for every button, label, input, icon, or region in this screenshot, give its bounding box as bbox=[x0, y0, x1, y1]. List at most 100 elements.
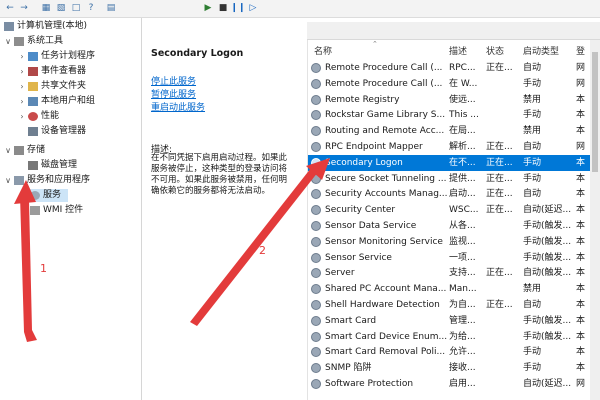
tree-item-performance[interactable]: 性能 bbox=[28, 110, 59, 123]
tree-item-disk-management[interactable]: 磁盘管理 bbox=[28, 159, 77, 172]
service-startup-cell: 自动 bbox=[523, 189, 542, 200]
gear-icon bbox=[311, 268, 321, 279]
service-row[interactable]: Smart Card 管理... 手动(触发... 本 bbox=[308, 313, 600, 329]
service-desc-cell: 为给... bbox=[449, 331, 476, 342]
service-startup-cell: 手动(触发... bbox=[523, 221, 572, 231]
column-header-description[interactable]: 描述 bbox=[449, 44, 467, 57]
column-header-name[interactable]: 名称 bbox=[314, 44, 332, 57]
tree-item-services-apps[interactable]: 服务和应用程序 bbox=[14, 174, 90, 187]
collapse-arrow-icon[interactable]: ∨ bbox=[4, 174, 12, 187]
column-header-logon[interactable]: 登 bbox=[576, 44, 585, 57]
service-row[interactable]: Security Accounts Manag... 启动... 正在... 自动本 bbox=[308, 186, 600, 202]
service-row[interactable]: Software Protection 启用... 自动(延迟... 网 bbox=[308, 376, 600, 392]
gear-icon bbox=[311, 284, 321, 295]
expand-arrow-icon[interactable]: › bbox=[18, 80, 26, 93]
view-icon[interactable]: ▤ bbox=[105, 2, 117, 14]
service-row[interactable]: Secondary Logon 在不... 正在... 手动本 bbox=[308, 154, 600, 171]
service-status-cell: 正在... bbox=[486, 157, 513, 168]
service-row[interactable]: Rockstar Game Library S... This ... 手动本 bbox=[308, 107, 600, 123]
tree-item-task-scheduler[interactable]: 任务计划程序 bbox=[28, 50, 95, 63]
service-status-cell: 正在... bbox=[486, 173, 513, 184]
service-startup-cell: 自动(触发... bbox=[523, 268, 572, 279]
restart-icon[interactable]: ▷ bbox=[247, 2, 259, 14]
tree-item-device-manager[interactable]: 设备管理器 bbox=[28, 125, 86, 138]
service-row[interactable]: Remote Registry 使远... 禁用本 bbox=[308, 92, 600, 108]
tree-item-local-users[interactable]: 本地用户和组 bbox=[28, 95, 95, 108]
stop-icon[interactable]: ■ bbox=[217, 2, 229, 14]
service-desc-cell: RPC... bbox=[449, 63, 476, 73]
service-row[interactable]: SNMP 陷阱 接收... 手动本 bbox=[308, 360, 600, 376]
service-row[interactable]: Routing and Remote Acc... 在局... 禁用本 bbox=[308, 123, 600, 139]
storage-icon bbox=[14, 146, 24, 155]
service-desc-cell: 从各... bbox=[449, 221, 476, 231]
properties-icon[interactable]: □ bbox=[70, 2, 82, 14]
service-status-cell: 正在... bbox=[486, 142, 513, 152]
service-row[interactable]: Shell Hardware Detection 为自... 正在... 自动本 bbox=[308, 297, 600, 313]
service-row[interactable]: Sensor Service 一项... 手动(触发... 本 bbox=[308, 250, 600, 266]
service-name-cell: Routing and Remote Acc... bbox=[325, 126, 445, 137]
collapse-arrow-icon[interactable]: ∨ bbox=[4, 144, 12, 157]
service-row[interactable]: Remote Procedure Call (... 在 W... 手动网 bbox=[308, 76, 600, 92]
column-header-status[interactable]: 状态 bbox=[486, 44, 504, 57]
service-desc-cell: 监视... bbox=[449, 236, 476, 247]
collapse-arrow-icon[interactable]: ∨ bbox=[4, 35, 12, 48]
forward-icon[interactable]: → bbox=[18, 2, 30, 14]
performance-icon bbox=[28, 112, 38, 121]
tree-item-shared-folders[interactable]: 共享文件夹 bbox=[28, 80, 86, 93]
back-icon[interactable]: ← bbox=[4, 2, 16, 14]
service-desc-cell: This ... bbox=[449, 110, 479, 121]
stop-service-link[interactable]: 停止此服务 bbox=[151, 74, 196, 87]
service-row[interactable]: Secure Socket Tunneling ... 提供... 正在... 手动本 bbox=[308, 171, 600, 187]
service-startup-cell: 手动 bbox=[523, 347, 542, 358]
gear-icon bbox=[311, 331, 321, 342]
tree-item-event-viewer[interactable]: 事件查看器 bbox=[28, 65, 86, 78]
expand-arrow-icon[interactable]: › bbox=[18, 110, 26, 123]
tree-item-wmi[interactable]: WMI 控件 bbox=[30, 204, 83, 217]
tree-item-root[interactable]: 计算机管理(本地) bbox=[4, 20, 87, 33]
service-startup-cell: 手动(触发... bbox=[523, 236, 572, 247]
scrollbar-thumb[interactable] bbox=[592, 52, 598, 172]
event-viewer-icon bbox=[28, 67, 38, 76]
gear-icon bbox=[311, 157, 321, 168]
tree-item-system-tools[interactable]: 系统工具 bbox=[14, 35, 63, 48]
expand-arrow-icon[interactable]: › bbox=[18, 65, 26, 78]
service-row[interactable]: Server 支持... 正在... 自动(触发... 本 bbox=[308, 265, 600, 281]
service-row[interactable]: Sensor Monitoring Service 监视... 手动(触发... 本 bbox=[308, 234, 600, 250]
gear-icon bbox=[311, 126, 321, 137]
service-status-cell: 正在... bbox=[486, 189, 513, 200]
expand-arrow-icon[interactable]: › bbox=[18, 50, 26, 63]
service-row[interactable]: Security Center WSC... 正在... 自动(延迟... 本 bbox=[308, 202, 600, 218]
service-row[interactable]: Sensor Data Service 从各... 手动(触发... 本 bbox=[308, 218, 600, 234]
service-desc-cell: 解析... bbox=[449, 142, 476, 152]
service-row[interactable]: Remote Procedure Call (... RPC... 正在... 自动网 bbox=[308, 60, 600, 76]
toolbar: ← → ▦ ▧ □ ? ▤ ▶ ■ ❙❙ ▷ bbox=[0, 0, 600, 18]
service-name-cell: Server bbox=[325, 268, 355, 279]
service-startup-cell: 自动(延迟... bbox=[523, 379, 572, 389]
service-desc-cell: 启用... bbox=[449, 379, 476, 389]
description-text: 在不同凭据下启用启动过程。如果此 服务被停止，这种类型的登录访问将 不可用。如果… bbox=[151, 153, 288, 196]
service-status-cell: 正在... bbox=[486, 63, 513, 73]
service-name-cell: Sensor Data Service bbox=[325, 221, 417, 231]
service-desc-cell: WSC... bbox=[449, 205, 479, 216]
column-header-startup[interactable]: 启动类型 bbox=[523, 44, 559, 57]
wmi-icon bbox=[30, 206, 40, 215]
service-name-cell: Smart Card Removal Poli... bbox=[325, 347, 446, 358]
tree-item-storage[interactable]: 存储 bbox=[14, 144, 45, 157]
expand-arrow-icon[interactable]: › bbox=[18, 95, 26, 108]
console-tree-icon[interactable]: ▧ bbox=[55, 2, 67, 14]
service-row[interactable]: RPC Endpoint Mapper 解析... 正在... 自动网 bbox=[308, 139, 600, 155]
tree-item-services[interactable]: 服务 bbox=[30, 189, 61, 202]
up-icon[interactable]: ▦ bbox=[40, 2, 52, 14]
pause-service-link[interactable]: 暂停此服务 bbox=[151, 87, 196, 100]
service-row[interactable]: Smart Card Device Enum... 为给... 手动(触发... 本 bbox=[308, 329, 600, 345]
gear-icon bbox=[311, 94, 321, 105]
help-icon[interactable]: ? bbox=[85, 2, 97, 14]
service-row[interactable]: Shared PC Account Mana... Man... 禁用本 bbox=[308, 281, 600, 297]
pause-icon[interactable]: ❙❙ bbox=[230, 2, 245, 14]
restart-service-link[interactable]: 重启动此服务 bbox=[151, 100, 205, 113]
gear-icon bbox=[311, 205, 321, 216]
service-row[interactable]: Smart Card Removal Poli... 允许... 手动本 bbox=[308, 344, 600, 360]
play-icon[interactable]: ▶ bbox=[202, 2, 214, 14]
service-desc-cell: 支持... bbox=[449, 268, 476, 279]
gear-icon bbox=[311, 315, 321, 326]
